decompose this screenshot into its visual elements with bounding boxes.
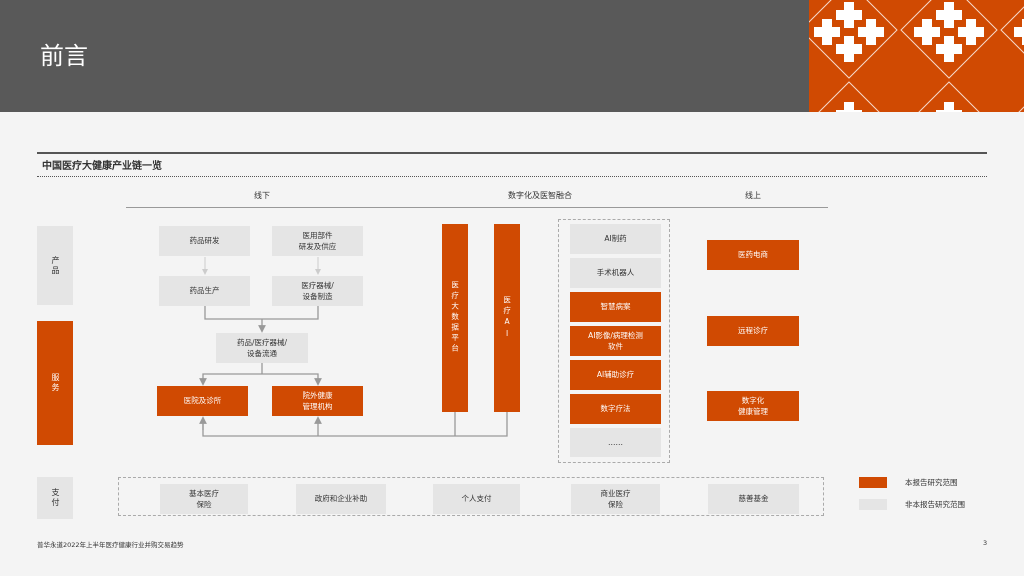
digital-item: AI辅助诊疗 (570, 360, 661, 390)
distribution-box: 药品/医疗器械/ 设备流通 (216, 333, 308, 363)
payment-item: 个人支付 (433, 484, 520, 514)
page-number: 3 (983, 539, 988, 547)
legend-in-scope: 本报告研究范围 (905, 478, 958, 487)
parts-supply-box: 医用部件 研发及供应 (272, 226, 363, 256)
digital-item: 数字疗法 (570, 394, 661, 424)
digital-item: 智慧病案 (570, 292, 661, 322)
hospital-box: 医院及诊所 (157, 386, 248, 416)
row-label-product: 产品 (37, 226, 73, 305)
drug-mfg-box: 药品生产 (159, 276, 250, 306)
online-item: 远程诊疗 (707, 316, 799, 346)
outside-health-box: 院外健康 管理机构 (272, 386, 363, 416)
legend-swatch-out-scope (859, 499, 887, 510)
row-label-service: 服务 (37, 321, 73, 445)
payment-item: 商业医疗 保险 (571, 484, 660, 514)
digital-item: AI影像/病理检测 软件 (570, 326, 661, 356)
digital-item: 手术机器人 (570, 258, 661, 288)
online-item: 医药电商 (707, 240, 799, 270)
digital-item: AI制药 (570, 224, 661, 254)
payment-item: 慈善基金 (708, 484, 799, 514)
payment-item: 基本医疗 保险 (160, 484, 248, 514)
footer-source: 普华永道2022年上半年医疗健康行业并购交易趋势 (37, 541, 184, 549)
payment-item: 政府和企业补助 (296, 484, 386, 514)
legend-swatch-in-scope (859, 477, 887, 488)
digital-item: …… (570, 428, 661, 457)
big-data-platform-bar: 医疗大数据平台 (442, 224, 468, 412)
online-item: 数字化 健康管理 (707, 391, 799, 421)
device-mfg-box: 医疗器械/ 设备制造 (272, 276, 363, 306)
legend-out-scope: 非本报告研究范围 (905, 500, 965, 509)
drug-rd-box: 药品研发 (159, 226, 250, 256)
row-label-payment: 支付 (37, 477, 73, 519)
medical-ai-bar: 医疗AI (494, 224, 520, 412)
